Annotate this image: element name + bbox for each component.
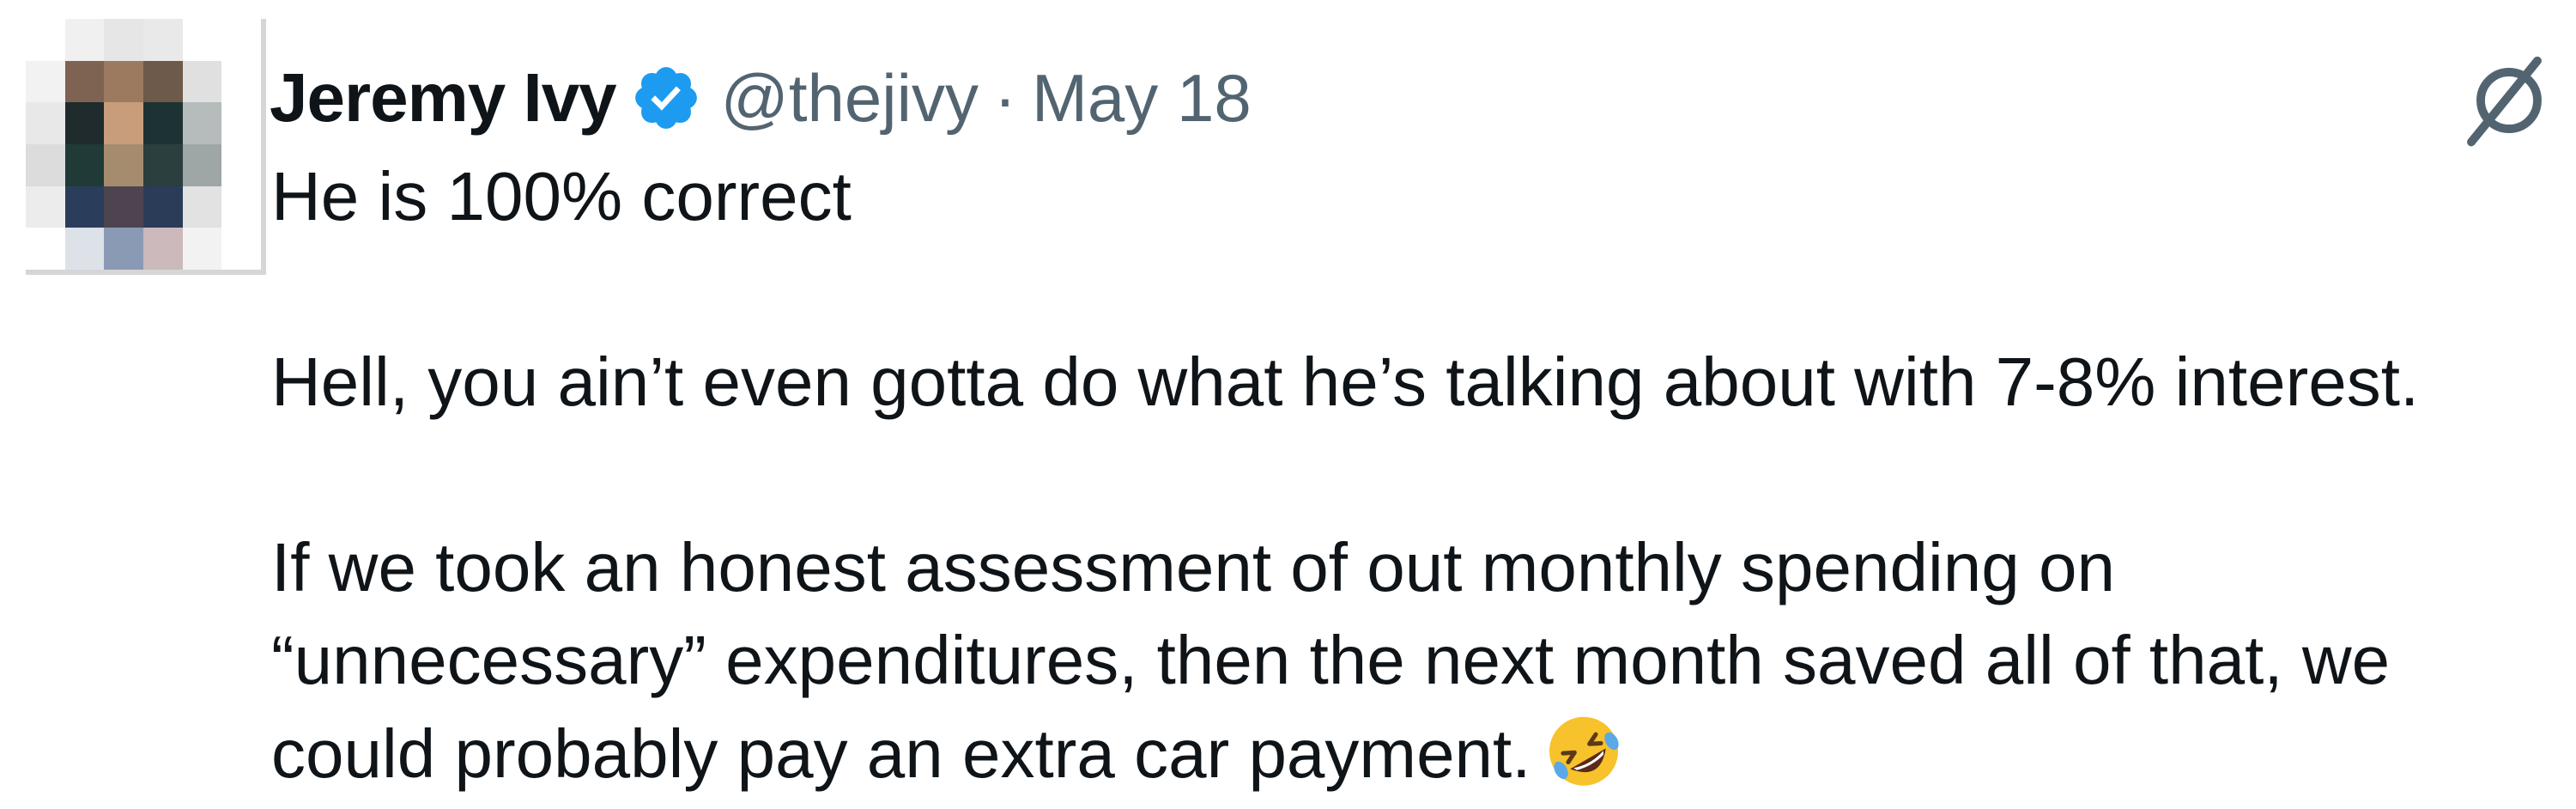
verified-badge-icon bbox=[634, 67, 697, 129]
tweet-line: Hell, you ain’t even gotta do what he’s … bbox=[271, 344, 2420, 420]
author-handle[interactable]: @thejivy bbox=[721, 59, 979, 137]
tweet-header: Jeremy Ivy @thejivy · May 18 bbox=[270, 55, 1252, 141]
tweet-line: If we took an honest assessment of out m… bbox=[271, 529, 2115, 605]
post-date[interactable]: May 18 bbox=[1032, 59, 1252, 137]
separator-dot: · bbox=[993, 59, 1016, 136]
tweet-line: could probably pay an extra car payment. bbox=[271, 715, 1531, 792]
tweet-text: He is 100% correct Hell, you ain’t even … bbox=[271, 150, 2555, 800]
avatar[interactable] bbox=[26, 19, 266, 275]
rolling-laughing-emoji-icon bbox=[1549, 716, 1619, 786]
author-name[interactable]: Jeremy Ivy bbox=[270, 58, 617, 137]
tweet-line: “unnecessary” expenditures, then the nex… bbox=[271, 622, 2391, 698]
tweet[interactable]: Jeremy Ivy @thejivy · May 18 He is 100% … bbox=[0, 0, 2576, 809]
tweet-line: He is 100% correct bbox=[271, 158, 852, 234]
tweet-line-last: could probably pay an extra car payment. bbox=[271, 707, 2555, 800]
grok-icon[interactable] bbox=[2462, 53, 2556, 148]
